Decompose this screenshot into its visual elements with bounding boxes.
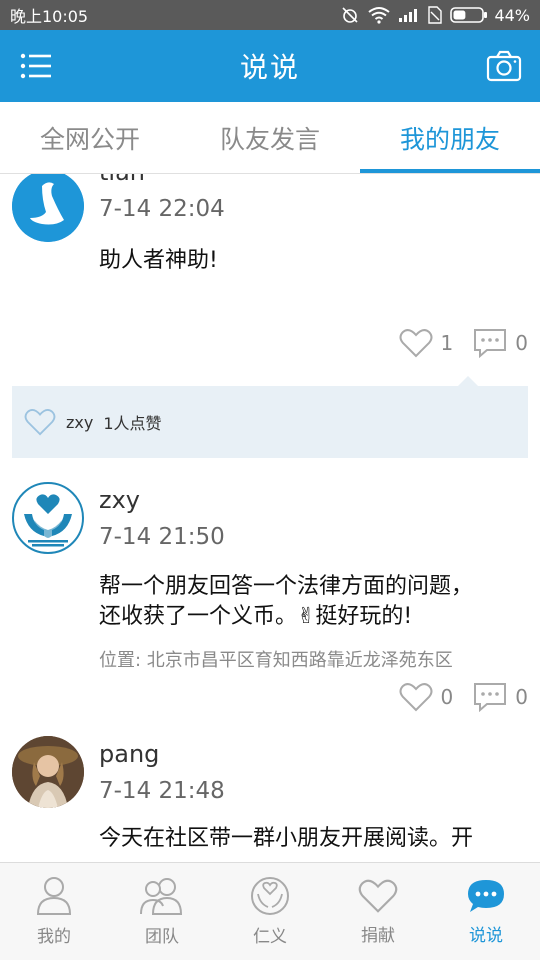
liked-by-users[interactable]: zxy bbox=[66, 413, 93, 432]
person-icon bbox=[36, 877, 72, 915]
heart-outline-icon bbox=[399, 329, 433, 358]
comment-button[interactable]: 0 bbox=[473, 328, 528, 358]
feed-tabs: 全网公开 队友发言 我的朋友 bbox=[0, 102, 540, 174]
nav-item-label: 仁义 bbox=[253, 927, 287, 947]
tab-teammates[interactable]: 队友发言 bbox=[180, 102, 360, 173]
avatar[interactable] bbox=[12, 736, 84, 808]
post-time: 7-14 21:50 bbox=[99, 524, 225, 550]
like-count: 1 bbox=[440, 331, 454, 355]
chat-bubble-icon bbox=[468, 880, 504, 912]
post-item: tian 7-14 22:04 助人者神助! 1 bbox=[0, 174, 540, 464]
comment-button[interactable]: 0 bbox=[473, 682, 528, 712]
comment-count: 0 bbox=[515, 685, 528, 709]
nav-item-label: 说说 bbox=[469, 926, 503, 946]
team-icon bbox=[140, 878, 183, 915]
likes-summary-pointer bbox=[458, 376, 478, 386]
like-count: 0 bbox=[440, 685, 454, 709]
comment-count: 0 bbox=[515, 331, 528, 355]
comment-bubble-icon bbox=[474, 329, 507, 358]
battery-icon bbox=[450, 7, 488, 23]
nav-item-label: 我的 bbox=[37, 927, 71, 947]
tab-my-friends[interactable]: 我的朋友 bbox=[360, 102, 540, 173]
post-time: 7-14 21:48 bbox=[99, 778, 225, 804]
comment-bubble-icon bbox=[474, 683, 507, 712]
nav-item-donate[interactable]: 捐献 bbox=[324, 863, 432, 960]
post-username[interactable]: tian bbox=[99, 174, 145, 186]
wifi-icon bbox=[368, 7, 391, 24]
post-text-line: 还收获了一个义币。✌挺好玩的! bbox=[99, 604, 413, 629]
liked-by-summary: 1人点赞 bbox=[103, 414, 162, 433]
nav-item-label: 团队 bbox=[145, 927, 179, 947]
like-button[interactable]: 1 bbox=[399, 328, 454, 358]
camera-icon[interactable] bbox=[486, 50, 522, 82]
post-item: zxy 7-14 21:50 帮一个朋友回答一个法律方面的问题， 还收获了一个义… bbox=[0, 482, 540, 732]
no-sim-icon bbox=[428, 6, 443, 24]
likes-summary: zxy 1人点赞 bbox=[12, 376, 528, 458]
nav-item-team[interactable]: 团队 bbox=[108, 863, 216, 960]
battery-percent: 44% bbox=[494, 5, 530, 25]
feed-list[interactable]: tian 7-14 22:04 助人者神助! 1 bbox=[0, 174, 540, 862]
post-text-line: 帮一个朋友回答一个法律方面的问题， bbox=[99, 574, 474, 599]
charity-logo-icon bbox=[251, 877, 289, 915]
app-screen: 晚上10:05 44% 说说 全网公开 队友发言 我的朋友 7-14 22:04… bbox=[0, 0, 540, 960]
portrait-avatar-icon bbox=[12, 736, 84, 808]
signal-icon bbox=[399, 9, 418, 22]
post-time: 7-14 22:04 bbox=[99, 196, 225, 222]
like-button[interactable]: 0 bbox=[399, 682, 454, 712]
post-text: 帮一个朋友回答一个法律方面的问题， 还收获了一个义币。✌挺好玩的! bbox=[99, 572, 524, 632]
post-username[interactable]: zxy bbox=[99, 486, 140, 514]
page-title: 说说 bbox=[239, 51, 300, 84]
status-time: 晚上10:05 bbox=[10, 7, 89, 26]
post-location: 位置: 北京市昌平区育知西路靠近龙泽苑东区 bbox=[99, 650, 453, 671]
post-actions: 1 0 bbox=[399, 328, 528, 358]
avatar[interactable] bbox=[12, 174, 84, 242]
alarm-off-icon bbox=[342, 7, 359, 23]
nav-item-label: 捐献 bbox=[361, 926, 395, 946]
heart-outline-icon bbox=[24, 409, 56, 436]
post-text: 今天在社区带一群小朋友开展阅读。开 bbox=[99, 826, 474, 851]
tab-public[interactable]: 全网公开 bbox=[0, 102, 180, 173]
nav-item-mine[interactable]: 我的 bbox=[0, 863, 108, 960]
battery-indicator: 44% bbox=[450, 6, 530, 25]
nav-item-charity[interactable]: 仁义 bbox=[216, 863, 324, 960]
nav-item-shuoshuo[interactable]: 说说 bbox=[432, 863, 540, 960]
charity-logo-icon bbox=[15, 485, 81, 551]
user-avatar-icon bbox=[12, 174, 84, 242]
post-username[interactable]: pang bbox=[99, 740, 159, 768]
app-bar: 说说 bbox=[0, 30, 540, 102]
heart-outline-icon bbox=[399, 683, 433, 712]
heart-icon bbox=[358, 879, 398, 913]
status-bar: 晚上10:05 44% bbox=[0, 0, 540, 30]
avatar[interactable] bbox=[12, 482, 84, 554]
post-text: 助人者神助! bbox=[99, 248, 218, 273]
post-actions: 0 0 bbox=[399, 682, 528, 712]
post-item: pang 7-14 21:48 今天在社区带一群小朋友开展阅读。开 bbox=[0, 736, 540, 862]
menu-icon[interactable] bbox=[20, 52, 52, 80]
status-icons: 44% bbox=[340, 5, 530, 25]
bottom-nav: 我的 团队 仁义 捐献 说说 bbox=[0, 862, 540, 960]
